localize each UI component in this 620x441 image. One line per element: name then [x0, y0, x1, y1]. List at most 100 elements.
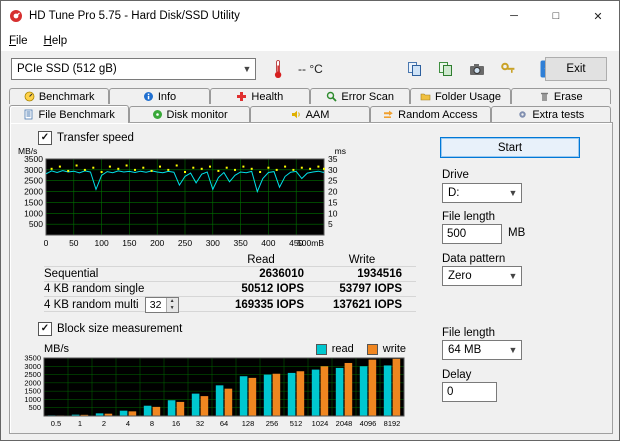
close-button[interactable]: ✕ — [577, 1, 619, 31]
svg-text:250: 250 — [178, 238, 192, 248]
svg-text:8192: 8192 — [384, 419, 401, 428]
disk-monitor-icon — [152, 109, 163, 120]
tab-health[interactable]: Health — [210, 88, 310, 104]
svg-text:1500: 1500 — [24, 197, 43, 207]
app-window: HD Tune Pro 5.75 - Hard Disk/SSD Utility… — [0, 0, 620, 441]
svg-text:100: 100 — [95, 238, 109, 248]
svg-text:200: 200 — [150, 238, 164, 248]
svg-text:16: 16 — [172, 419, 180, 428]
tab-random-access[interactable]: Random Access — [370, 106, 490, 122]
svg-text:2: 2 — [102, 419, 106, 428]
drive-value: D: — [443, 187, 505, 199]
table-row-random-single: 4 KB random single 50512 IOPS 53797 IOPS — [44, 282, 416, 297]
menu-help[interactable]: Help — [36, 33, 76, 49]
queue-depth-value: 32 — [146, 298, 166, 312]
chevron-down-icon: ▼ — [505, 271, 521, 281]
svg-text:0: 0 — [44, 238, 49, 248]
data-pattern-combobox[interactable]: Zero ▼ — [442, 266, 522, 286]
delay-label: Delay — [442, 369, 471, 381]
svg-text:20: 20 — [328, 187, 338, 197]
table-header-row: Read Write — [44, 253, 416, 267]
random-multi-read-value: 169335 IOPS — [214, 299, 318, 311]
spinner-up-icon[interactable]: ▲ — [167, 298, 178, 305]
tab-folder-usage[interactable]: Folder Usage — [410, 88, 510, 104]
copy-image-button[interactable] — [432, 56, 460, 82]
sequential-read-value: 2636010 — [214, 268, 318, 280]
maximize-button[interactable]: □ — [535, 1, 577, 31]
window-controls: ─ □ ✕ — [493, 1, 619, 31]
transfer-speed-checkbox[interactable]: ✓ Transfer speed — [38, 131, 134, 145]
svg-text:64: 64 — [220, 419, 228, 428]
copy-text-button[interactable] — [401, 56, 429, 82]
block-size-checkbox[interactable]: ✓ Block size measurement — [38, 322, 182, 336]
svg-text:128: 128 — [242, 419, 255, 428]
svg-text:500mB: 500mB — [297, 238, 324, 248]
svg-text:2048: 2048 — [336, 419, 353, 428]
tab-erase[interactable]: Erase — [511, 88, 611, 104]
chevron-down-icon: ▼ — [239, 64, 255, 74]
svg-text:4096: 4096 — [360, 419, 377, 428]
svg-text:ms: ms — [335, 146, 346, 156]
svg-text:32: 32 — [196, 419, 204, 428]
info-icon — [143, 91, 154, 102]
column-header-write: Write — [318, 254, 416, 266]
menu-file[interactable]: File — [1, 33, 36, 49]
tab-file-benchmark[interactable]: File Benchmark — [9, 105, 129, 123]
error-scan-icon — [326, 91, 337, 102]
start-button[interactable]: Start — [440, 137, 580, 158]
tab-aam[interactable]: AAM — [250, 106, 370, 122]
spinner-down-icon[interactable]: ▼ — [167, 305, 178, 312]
checkbox-check-icon: ✓ — [38, 322, 52, 336]
erase-icon — [539, 91, 550, 102]
drive-combobox[interactable]: D: ▼ — [442, 183, 522, 203]
random-access-icon — [383, 109, 394, 120]
camera-screenshot-button[interactable] — [463, 56, 491, 82]
block-file-length-combobox[interactable]: 64 MB ▼ — [442, 340, 522, 360]
svg-text:512: 512 — [290, 419, 303, 428]
thermometer-icon — [264, 56, 292, 82]
svg-text:3000: 3000 — [24, 165, 43, 175]
random-single-read-value: 50512 IOPS — [214, 283, 318, 295]
tab-extra-tests[interactable]: Extra tests — [491, 106, 611, 122]
svg-text:4: 4 — [126, 419, 130, 428]
tab-benchmark[interactable]: Benchmark — [9, 88, 109, 104]
svg-text:0.5: 0.5 — [51, 419, 61, 428]
drive-select-combobox[interactable]: PCIe SSD (512 gB) ▼ — [11, 58, 256, 80]
title-bar: HD Tune Pro 5.75 - Hard Disk/SSD Utility… — [1, 1, 619, 31]
checkbox-check-icon: ✓ — [38, 131, 52, 145]
svg-text:50: 50 — [69, 238, 79, 248]
svg-text:15: 15 — [328, 197, 338, 207]
minimize-button[interactable]: ─ — [493, 1, 535, 31]
tab-error-scan[interactable]: Error Scan — [310, 88, 410, 104]
svg-text:2000: 2000 — [24, 187, 43, 197]
block-file-length-value: 64 MB — [443, 344, 505, 356]
data-pattern-label: Data pattern — [442, 253, 505, 265]
svg-text:1024: 1024 — [312, 419, 329, 428]
svg-text:25: 25 — [328, 176, 338, 186]
transfer-speed-chart: 3500300025002000150010005003530252015105… — [16, 145, 348, 249]
file-length-input[interactable] — [442, 224, 502, 244]
chevron-down-icon: ▼ — [505, 188, 521, 198]
svg-text:MB/s: MB/s — [18, 146, 37, 156]
random-single-write-value: 53797 IOPS — [318, 283, 416, 295]
table-row-random-multi: 4 KB random multi 32 ▲▼ 169335 IOPS 1376… — [44, 297, 416, 312]
tab-row-secondary: File Benchmark Disk monitor AAM Random A… — [9, 104, 611, 122]
svg-text:150: 150 — [122, 238, 136, 248]
svg-text:8: 8 — [150, 419, 154, 428]
exit-button[interactable]: Exit — [545, 57, 607, 81]
svg-text:500: 500 — [29, 219, 43, 229]
queue-depth-spinner[interactable]: 32 ▲▼ — [145, 297, 179, 313]
tab-info[interactable]: Info — [109, 88, 209, 104]
svg-text:30: 30 — [328, 165, 338, 175]
tab-disk-monitor[interactable]: Disk monitor — [129, 106, 249, 122]
svg-text:2500: 2500 — [24, 176, 43, 186]
column-header-read: Read — [214, 254, 318, 266]
table-row-sequential: Sequential 2636010 1934516 — [44, 267, 416, 282]
file-benchmark-icon — [23, 109, 34, 120]
toolbar-buttons — [401, 56, 563, 82]
keys-button[interactable] — [494, 56, 522, 82]
aam-icon — [291, 109, 302, 120]
drive-label: Drive — [442, 169, 469, 181]
delay-input[interactable] — [442, 382, 497, 402]
benchmark-controls-panel: Start Drive D: ▼ File length MB Data pat… — [438, 123, 610, 433]
